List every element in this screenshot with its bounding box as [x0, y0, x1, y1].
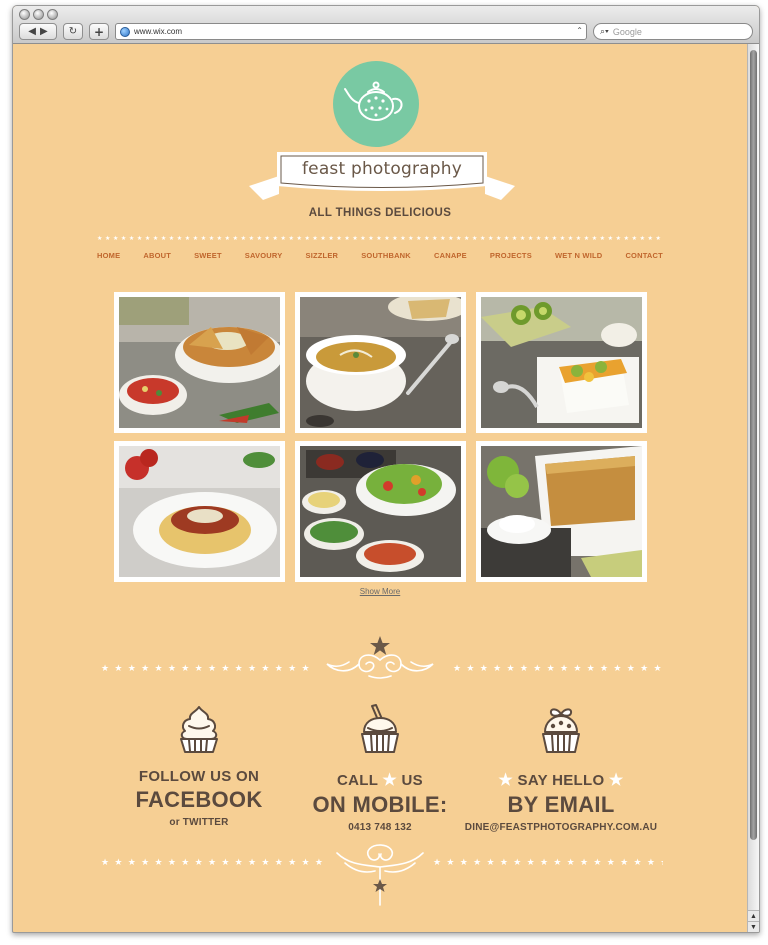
reload-button[interactable]: ↻ [63, 23, 83, 40]
address-dropdown-icon[interactable]: ⌃ [576, 26, 583, 35]
scroll-up-arrow-icon[interactable]: ▲ [748, 910, 759, 921]
nav-star-border: ★★★★★★★★★★★★★★★★★★★★★★★★★★★★★★★★★★★★★★★★… [97, 236, 663, 242]
logo-circle[interactable] [333, 61, 419, 147]
kiwi-cake-photo[interactable] [481, 297, 642, 428]
scrollbar-thumb[interactable] [750, 50, 757, 840]
crumble-photo[interactable] [481, 446, 642, 577]
reload-icon: ↻ [68, 26, 78, 37]
facebook-title[interactable]: FACEBOOK [99, 787, 299, 813]
email-heading: ★ SAY HELLO ★ [461, 770, 661, 790]
nav-about[interactable]: ABOUT [143, 251, 171, 260]
email-title: BY EMAIL [507, 792, 615, 817]
nav-canape[interactable]: CANAPE [434, 251, 467, 260]
site-tagline: ALL THINGS DELICIOUS [308, 207, 452, 219]
address-text: www.wix.com [134, 27, 183, 36]
show-more-link[interactable]: Show More [13, 587, 747, 596]
divider-stars-top-right: ★★★★★★★★★★★★★★★★★★★★★★★ [453, 663, 663, 673]
nav-sweet[interactable]: SWEET [194, 251, 222, 260]
divider-stars-bottom-right: ★★★★★★★★★★★★★★★★★★★★★★★★ [433, 857, 663, 867]
phone-number[interactable]: 0413 748 132 [280, 822, 480, 833]
back-arrow-icon[interactable]: ◀ [28, 26, 36, 37]
soup-photo[interactable] [300, 297, 461, 428]
flourish-ornament-top [326, 636, 434, 679]
nav-contact[interactable]: CONTACT [625, 251, 663, 260]
close-window-button[interactable] [19, 9, 30, 20]
scroll-down-arrow-icon[interactable]: ▼ [748, 921, 759, 932]
flourish-ornament-bottom [336, 844, 424, 906]
cupcake-straw-icon [361, 704, 399, 753]
salad-photo[interactable] [300, 446, 461, 577]
add-bookmark-button[interactable]: + [89, 23, 109, 40]
cupcake-swirl-icon [180, 706, 218, 753]
forward-arrow-icon[interactable]: ▶ [40, 26, 48, 37]
browser-window: ◀ ▶ ↻ + www.wix.com ⌃ ⌕▾ Google feast ph… [12, 5, 760, 933]
nachos-photo[interactable] [119, 297, 280, 428]
search-placeholder: Google [612, 26, 642, 37]
address-bar[interactable]: www.wix.com ⌃ [115, 23, 587, 40]
main-navigation: HOME ABOUT SWEET SAVOURY SIZZLER SOUTHBA… [97, 251, 663, 260]
us-text: US [401, 772, 423, 789]
star-icon-left: ★ [498, 772, 514, 789]
nav-sizzler[interactable]: SIZZLER [306, 251, 339, 260]
divider-stars-top-left: ★★★★★★★★★★★★★★★★★★★★★★★ [101, 663, 311, 673]
back-forward-buttons[interactable]: ◀ ▶ [19, 23, 57, 40]
gallery-tile-soup[interactable] [295, 292, 466, 433]
star-icon: ★ [382, 772, 398, 789]
contact-facebook[interactable]: FOLLOW US ON FACEBOOK or TWITTER [99, 704, 299, 828]
gallery-tile-kiwi-cake[interactable] [476, 292, 647, 433]
call-text: CALL [337, 772, 378, 789]
teapot-icon [344, 81, 403, 121]
cupcake-bow-icon [542, 708, 580, 753]
search-field[interactable]: ⌕▾ Google [593, 23, 753, 40]
zoom-window-button[interactable] [47, 9, 58, 20]
contact-email[interactable]: ★ SAY HELLO ★ BY EMAIL DINE@FEASTPHOTOGR… [461, 704, 661, 833]
vertical-scrollbar[interactable]: ▲ ▼ [747, 44, 759, 932]
gallery-tile-crumble[interactable] [476, 441, 647, 582]
email-address[interactable]: DINE@FEASTPHOTOGRAPHY.COM.AU [461, 822, 661, 833]
search-icon: ⌕▾ [600, 26, 609, 36]
nav-southbank[interactable]: SOUTHBANK [361, 251, 411, 260]
gallery-tile-nachos[interactable] [114, 292, 285, 433]
nav-savoury[interactable]: SAVOURY [245, 251, 283, 260]
browser-toolbar: ◀ ▶ ↻ + www.wix.com ⌃ ⌕▾ Google [13, 6, 759, 44]
gallery-tile-spaghetti[interactable] [114, 441, 285, 582]
gallery-tile-salad[interactable] [295, 441, 466, 582]
star-icon-right: ★ [608, 772, 624, 789]
web-page: feast photography ALL THINGS DELICIOUS ★… [13, 44, 747, 932]
contact-mobile[interactable]: CALL ★ US ON MOBILE: 0413 748 132 [280, 704, 480, 833]
divider-stars-bottom-left: ★★★★★★★★★★★★★★★★★★★★★★★★ [101, 857, 327, 867]
call-heading: CALL ★ US [280, 770, 480, 790]
facebook-heading: FOLLOW US ON [138, 768, 260, 785]
mobile-title: ON MOBILE: [312, 792, 448, 817]
site-title[interactable]: feast photography [279, 159, 485, 179]
nav-home[interactable]: HOME [97, 251, 120, 260]
spaghetti-photo[interactable] [119, 446, 280, 577]
plus-icon: + [93, 24, 105, 39]
nav-wet-n-wild[interactable]: WET N WILD [555, 251, 602, 260]
nav-projects[interactable]: PROJECTS [490, 251, 532, 260]
minimize-window-button[interactable] [33, 9, 44, 20]
say-hello-text: SAY HELLO [517, 772, 605, 789]
twitter-link[interactable]: or TWITTER [99, 817, 299, 828]
globe-icon [120, 26, 130, 37]
